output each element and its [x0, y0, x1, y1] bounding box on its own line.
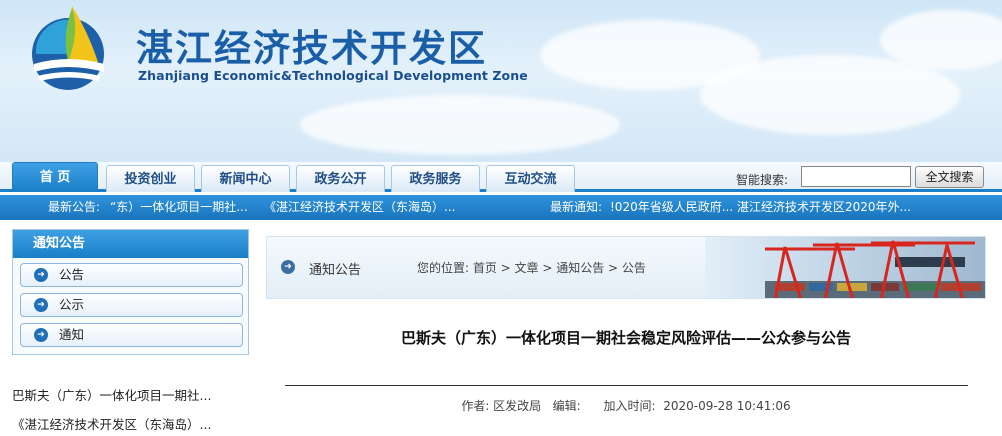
sidebar-item-publicity[interactable]: ➜ 公示 [20, 293, 243, 317]
nav-tab-news[interactable]: 新闻中心 [201, 165, 290, 192]
sidebar-item-label: 通知 [59, 327, 85, 342]
article-meta: 作者: 区发改局 编辑: 加入时间: 2020-09-28 10:41:06 [461, 399, 791, 413]
ticker-notice-label: 最新通知: [550, 200, 603, 214]
sidebar-article-link[interactable]: 巴斯夫（广东）一体化项目一期社... [12, 385, 211, 404]
port-crane-image [705, 237, 985, 298]
nav-tab-home[interactable]: 首 页 [12, 162, 98, 192]
sidebar-title: 通知公告 [13, 230, 248, 258]
notice-ticker: 最新公告: “东）一体化项目一期社... 《湛江经济技术开发区（东海岛）... … [0, 195, 1002, 220]
search-button[interactable]: 全文搜索 [915, 166, 984, 188]
ticker-announcement-item[interactable]: “东）一体化项目一期社... [110, 195, 248, 220]
ticker-notice-item[interactable]: !020年省级人民政府... [610, 195, 733, 220]
sidebar-article-link[interactable]: 《湛江经济技术开发区（东海岛）... [12, 414, 211, 433]
breadcrumb: 您的位置: 首页 > 文章 > 通知公告 > 公告 [417, 261, 646, 275]
zone-logo-icon [32, 6, 104, 90]
nav-tab-gov-info[interactable]: 政务公开 [296, 165, 385, 192]
article-divider [285, 385, 968, 386]
ticker-announcement-item[interactable]: 《湛江经济技术开发区（东海岛）... [264, 195, 455, 220]
article-title: 巴斯夫（广东）一体化项目一期社会稳定风险评估——公众参与公告 [400, 329, 851, 347]
nav-tab-interaction[interactable]: 互动交流 [486, 165, 575, 192]
search-input[interactable] [801, 166, 911, 187]
section-title: 通知公告 [309, 263, 362, 278]
sidebar-item-notice[interactable]: ➜ 通知 [20, 323, 243, 347]
main-navbar: 首 页 投资创业 新闻中心 政务公开 政务服务 互动交流 智能搜索: 全文搜索 [0, 162, 1002, 192]
sidebar-item-label: 公示 [59, 297, 85, 312]
cloud-decoration [300, 95, 620, 155]
sidebar-category-box: 通知公告 ➜ 公告 ➜ 公示 ➜ 通知 [12, 229, 249, 355]
site-title: 湛江经济技术开发区 [136, 27, 487, 70]
nav-tab-gov-service[interactable]: 政务服务 [391, 165, 480, 192]
sidebar-item-label: 公告 [59, 267, 85, 282]
nav-tab-investment[interactable]: 投资创业 [106, 165, 195, 192]
search-label: 智能搜索: [736, 173, 789, 187]
arrow-right-icon: ➜ [34, 298, 48, 312]
ticker-announcement-label: 最新公告: [48, 200, 101, 214]
header-banner: 湛江经济技术开发区 Zhanjiang Economic&Technologic… [0, 0, 1002, 162]
site-subtitle: Zhanjiang Economic&Technological Develop… [138, 68, 528, 83]
ticker-notice-item[interactable]: 湛江经济技术开发区2020年外... [737, 195, 911, 220]
content-header: ➜ 通知公告 您的位置: 首页 > 文章 > 通知公告 > 公告 [266, 236, 986, 299]
arrow-right-icon: ➜ [34, 268, 48, 282]
sidebar-item-announcement[interactable]: ➜ 公告 [20, 263, 243, 287]
arrow-right-icon: ➜ [281, 260, 295, 274]
arrow-right-icon: ➜ [34, 328, 48, 342]
